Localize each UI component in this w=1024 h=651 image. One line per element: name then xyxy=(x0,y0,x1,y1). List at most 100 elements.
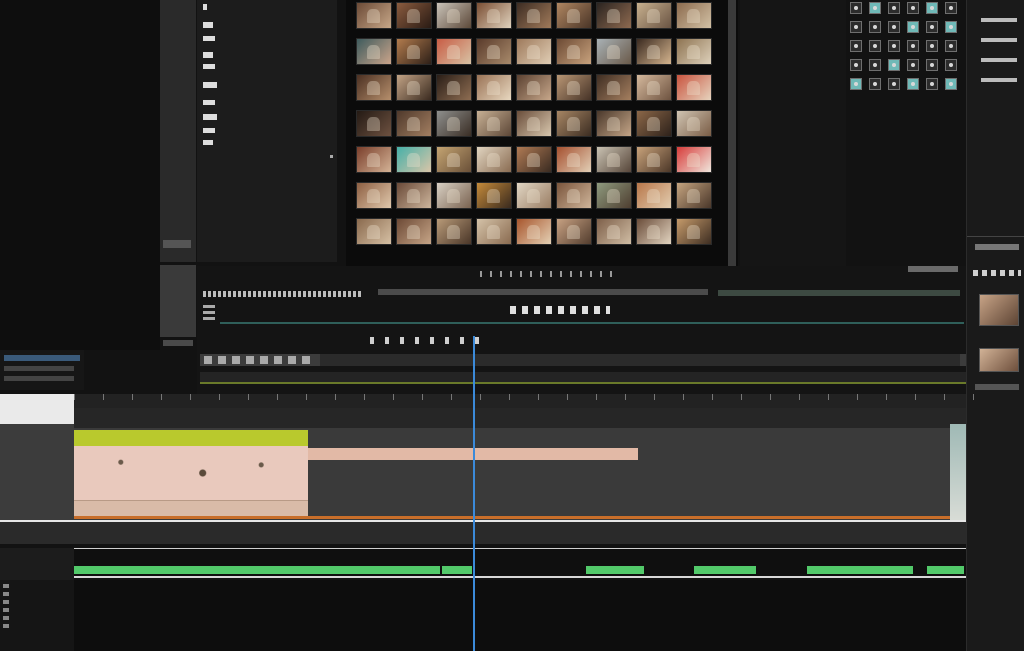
effect-preset-icon[interactable] xyxy=(888,59,900,71)
effect-preset-icon[interactable] xyxy=(926,2,938,14)
scrub-bar-1[interactable] xyxy=(378,289,708,295)
keyframe-icons[interactable] xyxy=(973,270,1021,276)
effect-preset-icon[interactable] xyxy=(850,78,862,90)
effect-preset-icon[interactable] xyxy=(850,40,862,52)
video-clip-1[interactable] xyxy=(74,430,308,518)
media-thumbnail[interactable] xyxy=(556,182,592,209)
media-thumbnail[interactable] xyxy=(516,182,552,209)
inspector-controls[interactable] xyxy=(975,244,1019,250)
lane-button-4[interactable] xyxy=(3,608,9,612)
media-thumbnail[interactable] xyxy=(436,182,472,209)
event-list-marker-9[interactable] xyxy=(203,128,215,133)
media-thumbnail[interactable] xyxy=(476,218,512,245)
event-list-marker-7[interactable] xyxy=(203,100,215,105)
event-list-marker-6[interactable] xyxy=(203,82,217,88)
audio-clip[interactable] xyxy=(693,566,757,574)
effect-preset-icon[interactable] xyxy=(907,40,919,52)
media-thumbnail[interactable] xyxy=(556,146,592,173)
inspector-row-4[interactable] xyxy=(981,78,1017,82)
inspector-footer[interactable] xyxy=(975,384,1019,390)
effect-preset-icon[interactable] xyxy=(888,40,900,52)
lane-button-1[interactable] xyxy=(3,584,9,588)
timeline-scroller[interactable] xyxy=(320,354,960,366)
media-thumbnail[interactable] xyxy=(476,74,512,101)
inspector-thumbnail-1[interactable] xyxy=(979,294,1019,326)
effect-preset-icon[interactable] xyxy=(869,78,881,90)
media-thumbnail[interactable] xyxy=(516,2,552,29)
media-thumbnail[interactable] xyxy=(436,110,472,137)
effect-preset-icon[interactable] xyxy=(869,40,881,52)
media-thumbnail[interactable] xyxy=(636,146,672,173)
effect-preset-icon[interactable] xyxy=(926,40,938,52)
media-thumbnail[interactable] xyxy=(596,110,632,137)
timeline-navigation-bar[interactable] xyxy=(200,372,966,384)
effect-preset-icon[interactable] xyxy=(869,59,881,71)
media-thumbnail[interactable] xyxy=(676,182,712,209)
playback-controls[interactable] xyxy=(510,306,610,314)
effect-preset-icon[interactable] xyxy=(850,59,862,71)
media-thumbnail[interactable] xyxy=(356,38,392,65)
media-thumbnail[interactable] xyxy=(636,2,672,29)
effect-preset-icon[interactable] xyxy=(926,59,938,71)
audio-clip[interactable] xyxy=(74,566,441,574)
media-thumbnail[interactable] xyxy=(556,74,592,101)
media-thumbnail[interactable] xyxy=(516,218,552,245)
media-thumbnail[interactable] xyxy=(476,110,512,137)
timeline-index-row-2[interactable] xyxy=(4,376,74,381)
media-thumbnail[interactable] xyxy=(516,110,552,137)
media-browser-scrollbar[interactable] xyxy=(728,0,736,266)
video-clip-edge-thumb[interactable] xyxy=(950,424,966,520)
effect-preset-icon[interactable] xyxy=(869,2,881,14)
media-thumbnail[interactable] xyxy=(556,110,592,137)
effect-preset-icon[interactable] xyxy=(945,40,957,52)
audio-clip[interactable] xyxy=(926,566,964,574)
event-list-scroll-dot[interactable] xyxy=(330,155,333,158)
media-thumbnail[interactable] xyxy=(476,146,512,173)
effect-preset-icon[interactable] xyxy=(888,78,900,90)
libraries-view-toggle[interactable] xyxy=(163,240,191,248)
media-thumbnail[interactable] xyxy=(436,218,472,245)
audio-clip[interactable] xyxy=(807,566,914,574)
effect-preset-icon[interactable] xyxy=(888,21,900,33)
media-thumbnail[interactable] xyxy=(356,218,392,245)
effect-preset-icon[interactable] xyxy=(907,21,919,33)
media-thumbnail[interactable] xyxy=(596,146,632,173)
media-thumbnail[interactable] xyxy=(516,38,552,65)
media-thumbnail[interactable] xyxy=(676,146,712,173)
media-thumbnail[interactable] xyxy=(396,2,432,29)
inspector-row-1[interactable] xyxy=(981,18,1017,22)
media-thumbnail[interactable] xyxy=(396,38,432,65)
inspector-thumbnail-2[interactable] xyxy=(979,348,1019,372)
media-thumbnail[interactable] xyxy=(596,2,632,29)
media-thumbnail[interactable] xyxy=(636,218,672,245)
media-thumbnail[interactable] xyxy=(516,146,552,173)
effect-preset-icon[interactable] xyxy=(945,2,957,14)
timeline-toolbar-buttons[interactable] xyxy=(204,356,314,364)
media-thumbnail[interactable] xyxy=(676,110,712,137)
media-thumbnail[interactable] xyxy=(556,218,592,245)
media-thumbnail[interactable] xyxy=(636,182,672,209)
effect-preset-icon[interactable] xyxy=(926,21,938,33)
playhead-icon[interactable] xyxy=(473,336,475,651)
effect-preset-icon[interactable] xyxy=(907,78,919,90)
libraries-footer-buttons[interactable] xyxy=(163,340,193,346)
effect-preset-icon[interactable] xyxy=(926,78,938,90)
event-list-marker-5[interactable] xyxy=(203,64,215,69)
media-thumbnail[interactable] xyxy=(396,74,432,101)
media-thumbnail[interactable] xyxy=(396,218,432,245)
media-thumbnail[interactable] xyxy=(396,182,432,209)
media-thumbnail[interactable] xyxy=(396,110,432,137)
media-thumbnail[interactable] xyxy=(636,110,672,137)
audio-clip[interactable] xyxy=(586,566,644,574)
media-thumbnail[interactable] xyxy=(596,74,632,101)
event-list-marker-4[interactable] xyxy=(203,52,213,58)
media-thumbnail[interactable] xyxy=(356,182,392,209)
edit-tools[interactable] xyxy=(370,337,486,344)
media-thumbnail[interactable] xyxy=(676,218,712,245)
event-list-marker-2[interactable] xyxy=(203,22,213,28)
media-thumbnail[interactable] xyxy=(596,38,632,65)
media-thumbnail[interactable] xyxy=(476,38,512,65)
lane-button-3[interactable] xyxy=(3,600,9,604)
media-thumbnail[interactable] xyxy=(436,2,472,29)
effect-preset-icon[interactable] xyxy=(945,21,957,33)
